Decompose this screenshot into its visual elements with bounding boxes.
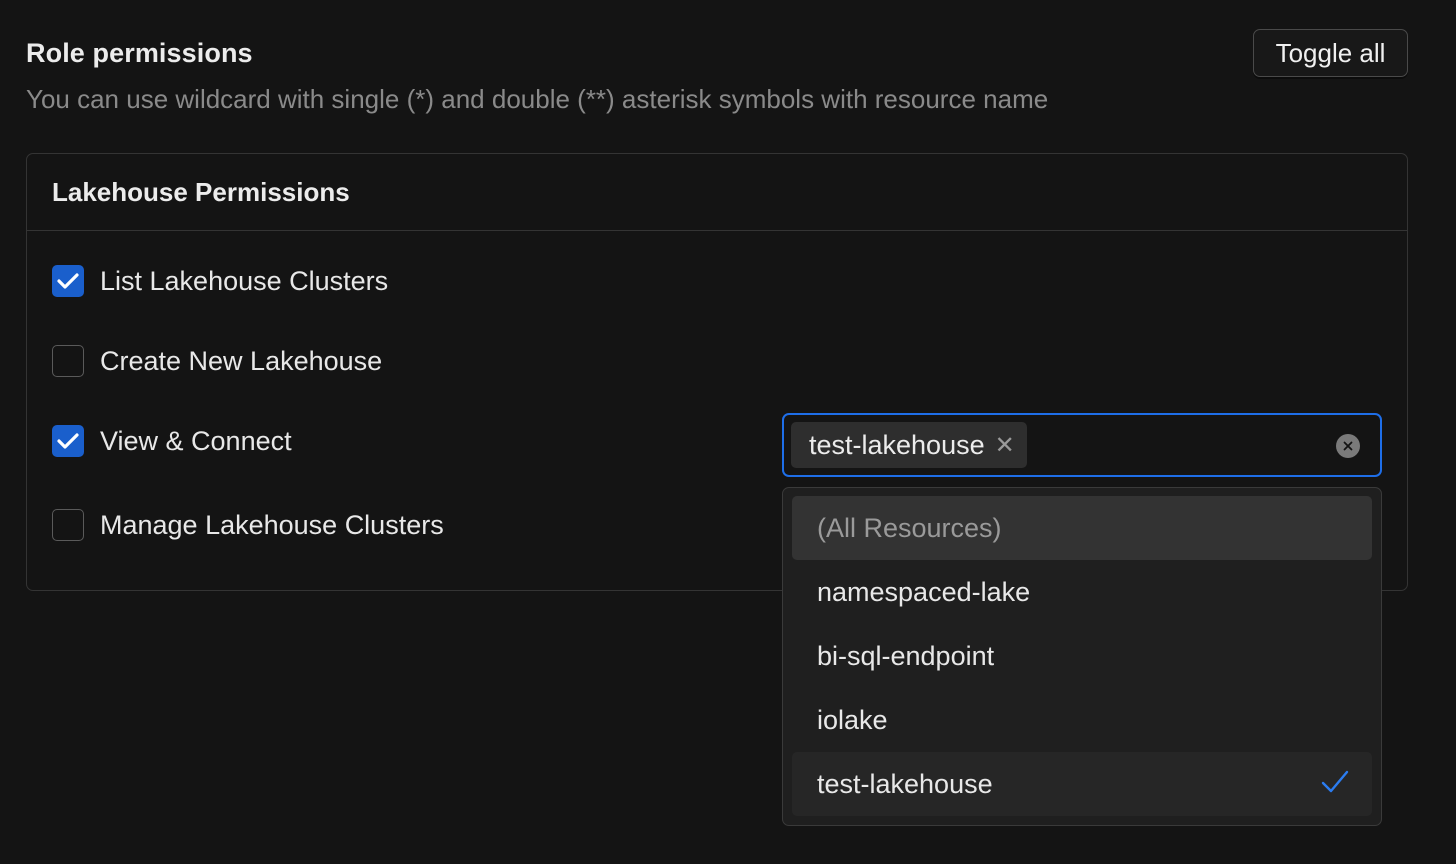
permission-row-view-connect: View & Connect: [52, 424, 292, 458]
permission-row-manage-clusters: Manage Lakehouse Clusters: [52, 508, 444, 542]
option-test-lakehouse[interactable]: test-lakehouse: [792, 752, 1372, 816]
permission-row-create-lakehouse: Create New Lakehouse: [52, 344, 382, 378]
option-bi-sql-endpoint[interactable]: bi-sql-endpoint: [792, 624, 1372, 688]
clear-circle-icon[interactable]: [1336, 434, 1360, 458]
toggle-all-button[interactable]: Toggle all: [1253, 29, 1408, 77]
selected-tag: test-lakehouse ✕: [791, 422, 1027, 468]
resource-dropdown: (All Resources) namespaced-lake bi-sql-e…: [782, 487, 1382, 826]
tag-label: test-lakehouse: [809, 429, 985, 460]
card-title: Lakehouse Permissions: [27, 154, 1407, 231]
checkbox-view-connect[interactable]: [52, 425, 84, 457]
permission-label: Create New Lakehouse: [100, 345, 383, 376]
permission-row-list-clusters: List Lakehouse Clusters: [52, 264, 388, 298]
close-icon[interactable]: ✕: [995, 431, 1015, 460]
check-icon: [57, 433, 79, 449]
resource-select[interactable]: test-lakehouse ✕: [782, 413, 1382, 477]
page-title: Role permissions: [26, 38, 253, 68]
page-subtitle: You can use wildcard with single (*) and…: [26, 84, 1049, 114]
permission-label: Manage Lakehouse Clusters: [100, 509, 444, 540]
checkbox-list-clusters[interactable]: [52, 265, 84, 297]
role-permissions-page: Role permissions You can use wildcard wi…: [0, 0, 1456, 864]
check-icon: [1321, 770, 1349, 793]
checkbox-manage-clusters[interactable]: [52, 509, 84, 541]
option-label: test-lakehouse: [817, 768, 993, 799]
option-all-resources[interactable]: (All Resources): [792, 496, 1372, 560]
option-iolake[interactable]: iolake: [792, 688, 1372, 752]
option-namespaced-lake[interactable]: namespaced-lake: [792, 560, 1372, 624]
check-icon: [57, 273, 79, 289]
checkbox-create-lakehouse[interactable]: [52, 345, 84, 377]
permission-label: View & Connect: [100, 425, 292, 456]
permission-label: List Lakehouse Clusters: [100, 265, 389, 296]
